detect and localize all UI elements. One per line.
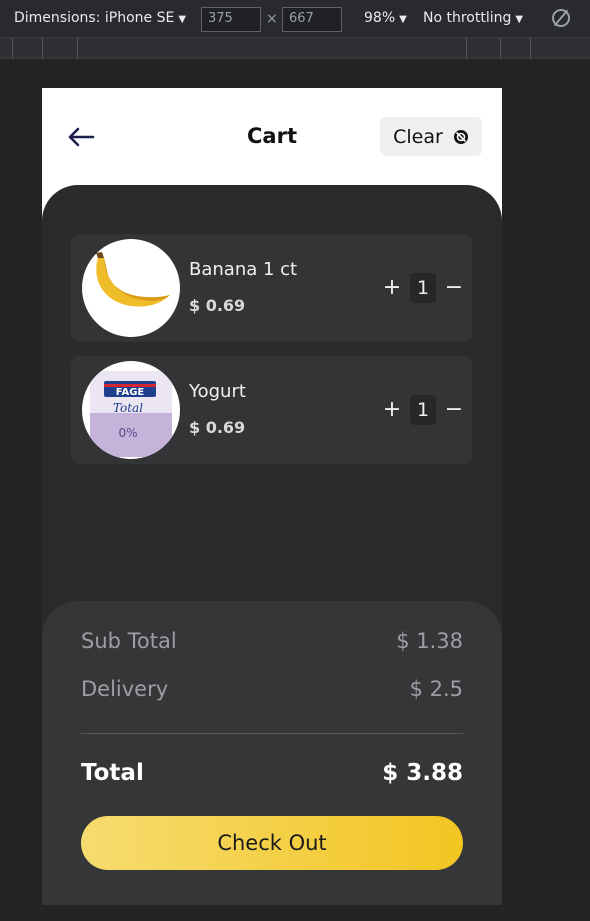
clear-button-label: Clear: [393, 125, 443, 148]
chevron-down-icon: ▼: [515, 14, 524, 25]
summary-divider: [81, 733, 463, 734]
total-value: $ 3.88: [382, 760, 463, 786]
quantity-stepper: + 1 −: [382, 273, 464, 303]
delivery-label: Delivery: [81, 677, 169, 701]
chevron-down-icon: ▼: [178, 14, 187, 25]
item-price: $ 0.69: [189, 296, 246, 315]
ruler-tick: [77, 38, 78, 59]
zoom-label: 98%: [364, 10, 396, 26]
height-input[interactable]: 667: [282, 7, 342, 32]
cart-item: Banana 1 ct $ 0.69 + 1 −: [71, 234, 472, 342]
ruler-tick: [42, 38, 43, 59]
yogurt-icon: FAGE Total 0%: [90, 371, 172, 457]
banana-icon: [96, 252, 170, 307]
ruler-tick: [12, 38, 13, 59]
yogurt-line: Total: [113, 401, 143, 415]
chevron-down-icon: ▼: [399, 14, 407, 25]
delivery-row: Delivery $ 2.5: [81, 677, 463, 701]
device-dimensions-dropdown[interactable]: Dimensions: iPhone SE ▼: [14, 10, 186, 26]
device-dimensions-label: Dimensions: iPhone SE: [14, 10, 175, 26]
ruler-tick: [530, 38, 531, 59]
subtotal-value: $ 1.38: [396, 629, 463, 653]
quantity-value: 1: [410, 273, 436, 303]
order-summary: Sub Total $ 1.38 Delivery $ 2.5 Total $ …: [42, 601, 502, 905]
product-image-banana: [82, 239, 180, 337]
total-label: Total: [81, 760, 144, 786]
item-name: Banana 1 ct: [189, 259, 298, 280]
subtotal-label: Sub Total: [81, 629, 177, 653]
ruler-tick: [466, 38, 467, 59]
total-row: Total $ 3.88: [81, 760, 463, 786]
yogurt-fat: 0%: [118, 426, 137, 440]
checkout-button[interactable]: Check Out: [81, 816, 463, 870]
item-name: Yogurt: [189, 381, 246, 402]
times-icon: ×: [266, 11, 278, 27]
quantity-value: 1: [410, 395, 436, 425]
cart-item: FAGE Total 0% Yogurt $ 0.69 + 1 −: [71, 356, 472, 464]
cart-header: Cart Clear: [42, 88, 502, 184]
ruler-tick: [500, 38, 501, 59]
throttling-label: No throttling: [423, 10, 512, 26]
quantity-stepper: + 1 −: [382, 395, 464, 425]
phone-viewport: Cart Clear Banana 1 ct $ 0.69 + 1 − FAGE…: [42, 88, 502, 905]
minus-button[interactable]: −: [444, 395, 464, 425]
width-input[interactable]: 375: [201, 7, 261, 32]
product-image-yogurt: FAGE Total 0%: [82, 361, 180, 459]
zoom-dropdown[interactable]: 98% ▼: [364, 10, 407, 26]
plus-button[interactable]: +: [382, 273, 402, 303]
clear-icon: [453, 129, 468, 144]
delivery-value: $ 2.5: [409, 677, 463, 701]
item-price: $ 0.69: [189, 418, 246, 437]
yogurt-brand: FAGE: [116, 387, 145, 398]
throttling-dropdown[interactable]: No throttling ▼: [423, 10, 523, 26]
clear-button[interactable]: Clear: [380, 117, 482, 156]
devtools-toolbar: Dimensions: iPhone SE ▼ 375 × 667 98% ▼ No…: [0, 0, 590, 38]
plus-button[interactable]: +: [382, 395, 402, 425]
subtotal-row: Sub Total $ 1.38: [81, 629, 463, 653]
rotate-icon[interactable]: [552, 9, 570, 27]
minus-button[interactable]: −: [444, 273, 464, 303]
media-query-ruler: [0, 38, 590, 59]
